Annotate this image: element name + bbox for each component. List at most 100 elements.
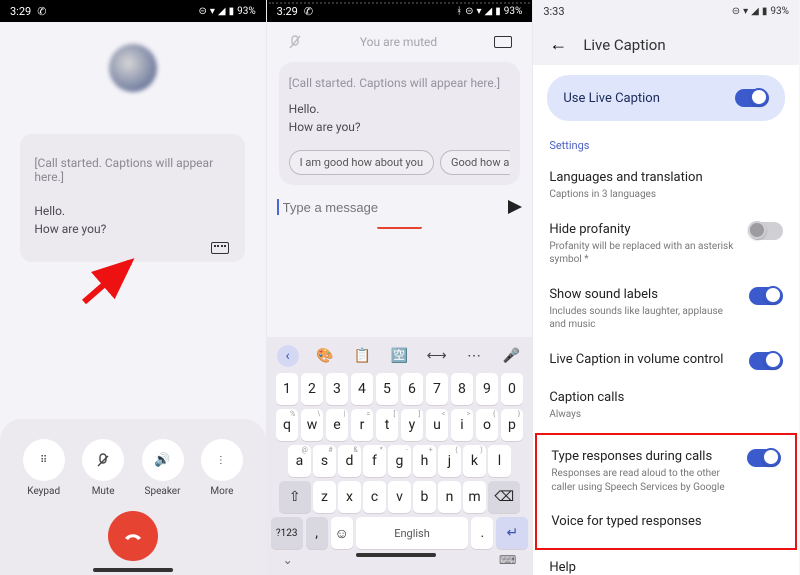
key-o[interactable]: o{ <box>476 409 499 441</box>
suggestion-chip[interactable]: Good how a <box>440 150 510 175</box>
status-battery: 93% <box>237 6 256 17</box>
kbd-more-icon[interactable]: ⋯ <box>463 345 485 367</box>
key-2[interactable]: 2 <box>301 373 324 405</box>
key-b[interactable]: b <box>413 481 436 513</box>
key-space[interactable]: English <box>356 517 469 549</box>
kbd-translate-icon[interactable]: 🈳 <box>388 345 410 367</box>
use-live-caption-row[interactable]: Use Live Caption <box>547 75 785 121</box>
caption-text: Hello. How are you? <box>34 202 231 238</box>
key-x[interactable]: x <box>338 481 361 513</box>
key-s[interactable]: s# <box>313 445 336 477</box>
highlight-annotation: Type responses during callsResponses are… <box>535 433 797 550</box>
key-m[interactable]: m <box>463 481 486 513</box>
key-k[interactable]: k) <box>463 445 486 477</box>
wifi-icon: ▾ <box>210 6 215 17</box>
key-c[interactable]: c <box>363 481 386 513</box>
annotation-arrow <box>78 254 148 310</box>
kbd-back-icon[interactable]: ‹ <box>277 345 299 367</box>
key-9[interactable]: 9 <box>476 373 499 405</box>
languages-row[interactable]: Languages and translationCaptions in 3 l… <box>547 160 785 212</box>
hide-profanity-toggle[interactable] <box>749 222 783 240</box>
key-y[interactable]: y] <box>401 409 424 441</box>
keypad-button[interactable]: ⠿ Keypad <box>23 439 65 497</box>
mute-label: Mute <box>92 486 115 497</box>
key-n[interactable]: n <box>438 481 461 513</box>
key-7[interactable]: 7 <box>426 373 449 405</box>
wifi-icon: ▾ <box>743 6 748 17</box>
key-p[interactable]: p} <box>501 409 524 441</box>
on-screen-keyboard: ‹ 🎨 📋 🈳 ⟷ ⋯ 🎤 1234567890 q%w\e|r=t[y]u<i… <box>267 337 533 575</box>
key-8[interactable]: 8 <box>451 373 474 405</box>
key-comma[interactable]: , <box>306 517 328 549</box>
more-label: More <box>210 486 233 497</box>
speaker-label: Speaker <box>145 486 181 497</box>
key-e[interactable]: e| <box>326 409 349 441</box>
volume-control-row[interactable]: Live Caption in volume control <box>547 342 785 380</box>
type-responses-row[interactable]: Type responses during callsResponses are… <box>549 439 783 504</box>
key-1[interactable]: 1 <box>276 373 299 405</box>
keyboard-icon[interactable] <box>211 242 229 254</box>
key-r[interactable]: r= <box>351 409 374 441</box>
phone-icon: ✆ <box>37 5 46 18</box>
caption-calls-row[interactable]: Caption callsAlways <box>547 380 785 432</box>
caller-avatar <box>109 44 157 92</box>
suggestion-chip[interactable]: I am good how about you <box>289 150 434 175</box>
key-shift[interactable]: ⇧ <box>279 481 311 513</box>
key-symbols[interactable]: ?123 <box>271 517 303 549</box>
hangup-icon <box>121 524 145 548</box>
key-3[interactable]: 3 <box>326 373 349 405</box>
muted-label: You are muted <box>360 35 437 49</box>
send-button[interactable] <box>508 200 522 214</box>
voice-typed-row[interactable]: Voice for typed responses <box>549 504 783 542</box>
key-d[interactable]: d& <box>338 445 361 477</box>
mute-icon <box>95 452 111 468</box>
key-w[interactable]: w\ <box>301 409 324 441</box>
back-button[interactable]: ← <box>549 34 567 55</box>
key-q[interactable]: q% <box>276 409 299 441</box>
caption-card: [Call started. Captions will appear here… <box>20 134 245 262</box>
key-5[interactable]: 5 <box>376 373 399 405</box>
speaker-button[interactable]: 🔊 Speaker <box>142 439 184 497</box>
more-button[interactable]: ⋮ More <box>201 439 243 497</box>
caption-text: Hello. How are you? <box>289 100 511 136</box>
key-h[interactable]: h+ <box>413 445 436 477</box>
key-u[interactable]: u< <box>426 409 449 441</box>
key-6[interactable]: 6 <box>401 373 424 405</box>
caption-card: [Call started. Captions will appear here… <box>279 62 521 185</box>
key-4[interactable]: 4 <box>351 373 374 405</box>
hangup-button[interactable] <box>108 511 158 561</box>
kbd-palette-icon[interactable]: 🎨 <box>314 345 336 367</box>
key-a[interactable]: a@ <box>288 445 311 477</box>
key-backspace[interactable]: ⌫ <box>488 481 520 513</box>
key-g[interactable]: g- <box>388 445 411 477</box>
key-v[interactable]: v <box>388 481 411 513</box>
key-emoji[interactable]: ☺ <box>331 517 353 549</box>
key-z[interactable]: z <box>313 481 336 513</box>
key-0[interactable]: 0 <box>501 373 524 405</box>
keyboard-icon[interactable] <box>494 36 512 48</box>
key-enter[interactable]: ↵ <box>496 517 528 549</box>
use-live-caption-toggle[interactable] <box>735 89 769 107</box>
sound-labels-toggle[interactable] <box>749 287 783 305</box>
volume-control-toggle[interactable] <box>749 352 783 370</box>
sound-labels-row[interactable]: Show sound labelsIncludes sounds like la… <box>547 277 785 342</box>
kbd-textselect-icon[interactable]: ⟷ <box>426 345 448 367</box>
hide-profanity-row[interactable]: Hide profanityProfanity will be replaced… <box>547 212 785 277</box>
key-f[interactable]: f* <box>363 445 386 477</box>
mute-button[interactable]: Mute <box>82 439 124 497</box>
use-live-caption-label: Use Live Caption <box>563 91 660 106</box>
gesture-bar[interactable] <box>93 568 173 572</box>
help-row[interactable]: Help <box>547 550 785 575</box>
key-j[interactable]: j( <box>438 445 461 477</box>
caption-placeholder: [Call started. Captions will appear here… <box>289 76 511 90</box>
kbd-clipboard-icon[interactable]: 📋 <box>351 345 373 367</box>
key-period[interactable]: . <box>471 517 493 549</box>
kbd-collapse-icon[interactable]: ⌄ <box>283 553 293 567</box>
key-t[interactable]: t[ <box>376 409 399 441</box>
key-l[interactable]: l <box>488 445 511 477</box>
message-input[interactable] <box>283 200 509 215</box>
type-responses-toggle[interactable] <box>747 449 781 467</box>
kbd-voice-icon[interactable]: 🎤 <box>500 345 522 367</box>
key-i[interactable]: i> <box>451 409 474 441</box>
kbd-handle-icon[interactable]: ⌨ <box>499 553 516 567</box>
